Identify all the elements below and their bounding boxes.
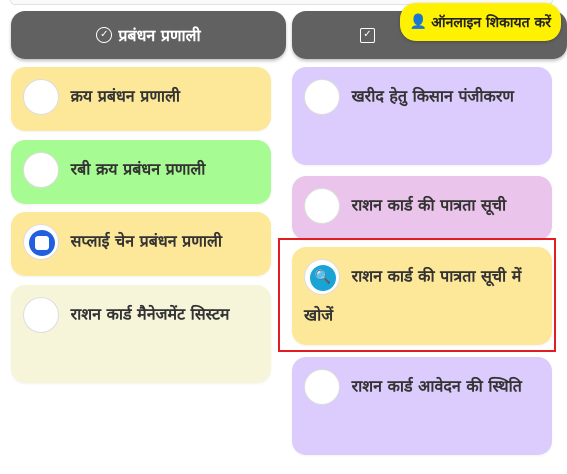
card-purchase-management[interactable]: क्रय प्रबंधन प्रणाली	[11, 67, 271, 131]
checkbox-icon: ✓	[360, 27, 375, 43]
wheat-grain-icon	[23, 151, 59, 188]
card-farmer-registration[interactable]: खरीद हेतु किसान पंजीकरण	[292, 67, 552, 165]
card-supply-chain-management[interactable]: सप्लाई चेन प्रबंधन प्रणाली	[11, 212, 271, 276]
card-label: राशन कार्ड की पात्रता सूची	[351, 195, 507, 215]
card-label: सप्लाई चेन प्रबंधन प्रणाली	[70, 231, 222, 251]
farmer-icon	[304, 78, 340, 115]
card-ration-application-status[interactable]: राशन कार्ड आवेदन की स्थिति	[292, 357, 552, 455]
wheat-field-icon	[23, 78, 59, 115]
management-system-header[interactable]: ✓ प्रबंधन प्रणाली	[11, 11, 286, 59]
card-ration-card-management-system[interactable]: राशन कार्ड मैनेजमेंट सिस्टम	[11, 285, 271, 383]
card-label: खरीद हेतु किसान पंजीकरण	[351, 86, 514, 106]
card-label: राशन कार्ड आवेदन की स्थिति	[351, 376, 522, 396]
card-label: क्रय प्रबंधन प्रणाली	[70, 86, 181, 106]
supply-chain-icon	[23, 223, 59, 260]
card-label: रबी क्रय प्रबंधन प्रणाली	[70, 159, 206, 179]
card-rabi-purchase-management[interactable]: रबी क्रय प्रबंधन प्रणाली	[11, 140, 271, 204]
user-plus-icon: 👤	[409, 14, 428, 30]
complaint-label: ऑनलाइन शिकायत करें	[431, 14, 551, 31]
card-search-ration-eligibility-list[interactable]: राशन कार्ड की पात्रता सूची में खोजें	[292, 247, 552, 345]
list-icon	[304, 187, 340, 224]
card-ration-eligibility-list[interactable]: राशन कार्ड की पात्रता सूची	[292, 176, 552, 240]
ration-card-icon	[23, 296, 59, 333]
search-icon	[304, 258, 340, 295]
header-title-left: प्रबंधन प्रणाली	[118, 26, 201, 45]
check-circle-icon: ✓	[96, 27, 113, 43]
card-label: राशन कार्ड मैनेजमेंट सिस्टम	[70, 304, 230, 324]
list-icon	[304, 368, 340, 405]
online-complaint-button[interactable]: 👤 ऑनलाइन शिकायत करें	[399, 3, 561, 41]
